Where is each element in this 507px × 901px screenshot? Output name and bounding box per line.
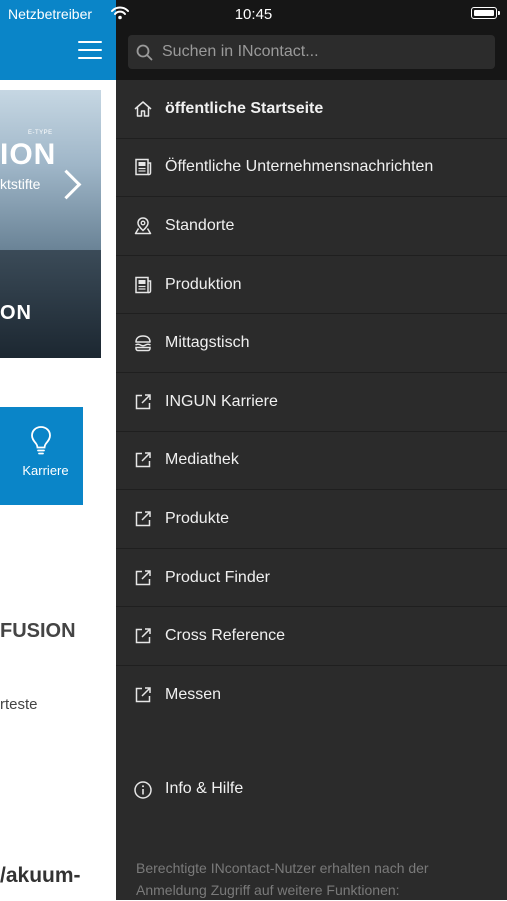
menu-item-product-finder[interactable]: Product Finder [116,549,507,608]
menu-item-info-hilfe[interactable]: Info & Hilfe [116,770,507,810]
home-icon [134,101,152,117]
external-link-icon [135,511,151,527]
menu-item-startseite[interactable]: öffentliche Startseite [116,80,507,139]
main-heading-vakuum: /akuum- [0,864,81,887]
karriere-tile[interactable]: Karriere [0,407,83,505]
menu-item-label: Mediathek [165,451,239,469]
banner-headline: ION [0,138,57,171]
menu-item-mittagstisch[interactable]: Mittagstisch [116,314,507,373]
menu-item-produktion[interactable]: Produktion [116,256,507,315]
main-page: E-TYPE ION ktstifte ON Karriere FUSION r… [0,0,116,900]
search-area [116,0,507,80]
main-text-teste: rteste [0,696,38,713]
news-icon [135,159,152,176]
chevron-right-icon[interactable] [51,169,82,200]
main-heading-fusion: FUSION [0,620,76,642]
menu-item-label: Product Finder [165,568,270,586]
side-drawer: öffentliche Startseite Öffentliche Unter… [116,0,507,900]
banner-subline: ktstifte [0,176,41,192]
karriere-tile-label: Karriere [22,463,69,478]
menu-item-ingun-karriere[interactable]: INGUN Karriere [116,373,507,432]
menu-item-messen[interactable]: Messen [116,666,507,725]
search-icon [136,44,153,61]
external-link-icon [135,569,151,585]
menu-item-mediathek[interactable]: Mediathek [116,432,507,491]
search-box[interactable] [128,35,495,69]
external-link-icon [135,687,151,703]
menu-item-label: Mittagstisch [165,334,250,352]
info-icon [134,781,152,799]
lightbulb-icon [31,426,51,455]
menu-item-label: Produkte [165,509,230,527]
map-pin-icon [134,217,152,235]
search-input[interactable] [162,35,482,69]
info-hilfe-label: Info & Hilfe [165,780,244,797]
burger-icon [135,335,151,352]
news-icon [135,276,152,293]
banner-etype: E-TYPE [28,130,53,136]
menu-item-label: Messen [165,686,222,704]
menu-item-unternehmensnachrichten[interactable]: Öffentliche Unternehmensnachrichten [116,139,507,198]
menu-item-produkte[interactable]: Produkte [116,490,507,549]
external-link-icon [135,394,151,410]
login-hint-text: Berechtigte INcontact-Nutzer erhalten na… [136,860,429,898]
menu-item-cross-reference[interactable]: Cross Reference [116,607,507,666]
menu-item-label: Standorte [165,216,235,234]
banner-bottom-text: ON [0,302,32,324]
menu-item-label: Cross Reference [165,627,286,645]
carrier-label: Netzbetreiber [8,6,93,22]
menu-item-label: INGUN Karriere [165,392,278,410]
menu-item-label: Öffentliche Unternehmensnachrichten [165,158,434,176]
menu-item-label: öffentliche Startseite [165,99,324,117]
drawer-menu: öffentliche Startseite Öffentliche Unter… [116,80,507,725]
menu-item-label: Produktion [165,275,242,293]
menu-icon[interactable] [78,41,102,61]
menu-item-standorte[interactable]: Standorte [116,197,507,256]
external-link-icon [135,452,151,468]
external-link-icon [135,628,151,644]
promo-banner[interactable]: E-TYPE ION ktstifte ON [0,90,101,358]
